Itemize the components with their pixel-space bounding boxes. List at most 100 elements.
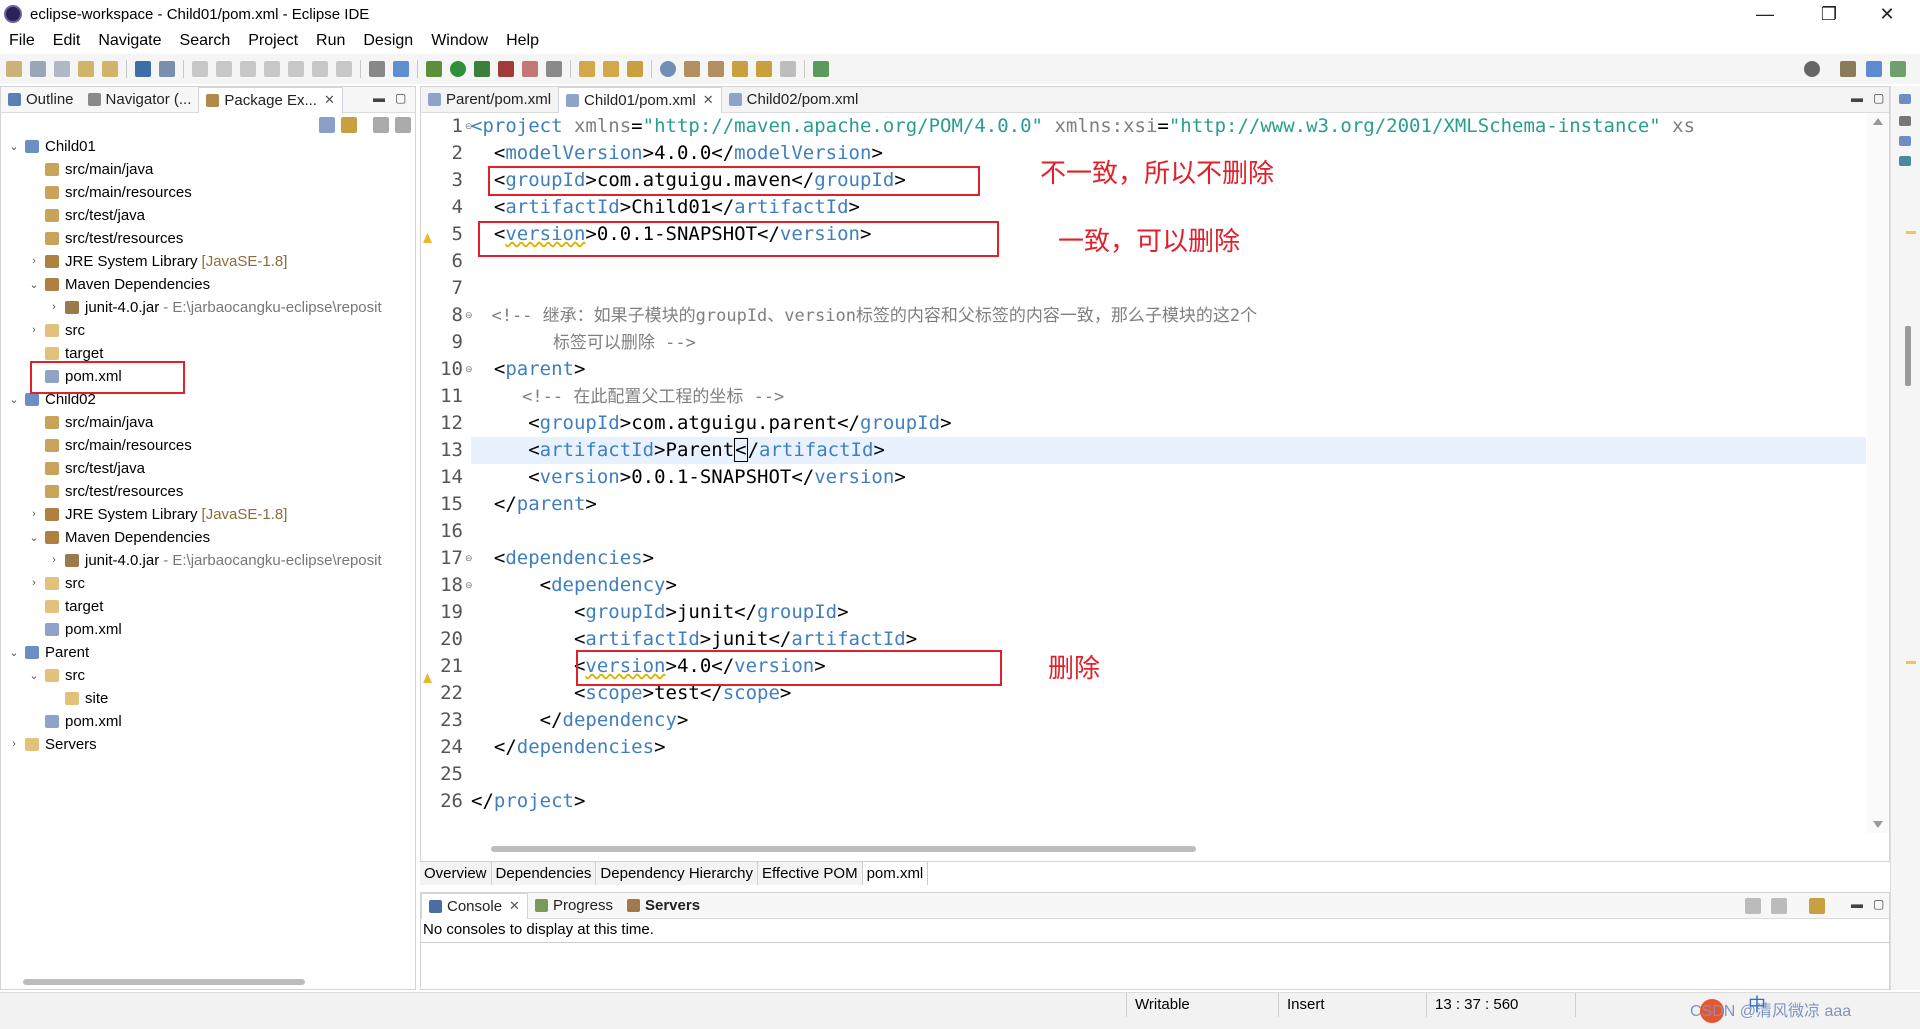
expressions-icon[interactable] xyxy=(1899,156,1911,166)
tree-item[interactable]: › junit-4.0.jar - E:\jarbaocangku-eclipse\… xyxy=(47,549,382,571)
new-java-project-icon[interactable] xyxy=(579,61,595,77)
tree-item[interactable]: › junit-4.0.jar - E:\jarbaocangku-eclipse\… xyxy=(47,296,382,318)
restore-view-icon[interactable] xyxy=(1899,94,1911,104)
close-icon[interactable]: ✕ xyxy=(703,92,714,108)
tab-outline[interactable]: Outline xyxy=(1,87,81,113)
tree-item[interactable]: pom.xml xyxy=(27,710,122,732)
chevron-down-icon[interactable]: ⌄ xyxy=(7,140,21,153)
tree-item[interactable]: src/main/resources xyxy=(27,181,192,203)
step-return-icon[interactable] xyxy=(336,61,352,77)
tree-item[interactable]: › src xyxy=(27,319,85,341)
forward-icon[interactable] xyxy=(780,61,796,77)
tab-effective-pom[interactable]: Effective POM xyxy=(758,861,863,885)
tab-parent-pom[interactable]: Parent/pom.xml xyxy=(421,87,558,113)
chevron-right-icon[interactable]: › xyxy=(7,738,21,750)
tree-item[interactable]: src/test/resources xyxy=(27,480,183,502)
resume-icon[interactable] xyxy=(192,61,208,77)
tree-item[interactable]: src/test/java xyxy=(27,457,145,479)
chevron-right-icon[interactable]: › xyxy=(27,508,41,520)
view-menu-icon[interactable] xyxy=(395,117,411,133)
tree-item[interactable]: ⌄ Maven Dependencies xyxy=(27,273,210,295)
minimize-console-icon[interactable]: ▬ xyxy=(1851,897,1863,911)
warning-marker[interactable] xyxy=(1906,231,1916,234)
maximize-console-icon[interactable]: ▢ xyxy=(1873,897,1884,911)
close-icon[interactable]: ✕ xyxy=(324,92,335,108)
tree-item[interactable]: pom.xml xyxy=(27,618,122,640)
horizontal-scrollbar[interactable] xyxy=(23,979,305,985)
suspend-icon[interactable] xyxy=(216,61,232,77)
overview-ruler-thumb[interactable] xyxy=(1905,326,1911,386)
editor-horizontal-scrollbar[interactable] xyxy=(491,846,1196,852)
save-all-icon[interactable] xyxy=(54,61,70,77)
close-window-button[interactable]: ✕ xyxy=(1864,0,1910,28)
ime-indicator[interactable]: 中 xyxy=(1748,991,1766,1017)
menu-window[interactable]: Window xyxy=(422,32,497,50)
java-perspective-icon[interactable] xyxy=(1890,61,1906,77)
tab-navigator[interactable]: Navigator (... xyxy=(81,87,199,113)
new-icon[interactable] xyxy=(6,61,22,77)
external-tools-icon[interactable] xyxy=(498,61,514,77)
maximize-view-icon[interactable]: ▢ xyxy=(395,91,406,105)
tab-progress[interactable]: Progress xyxy=(528,893,620,919)
new-server-icon[interactable] xyxy=(522,61,538,77)
tree-item[interactable]: ⌄ src xyxy=(27,664,85,686)
toggle-word-wrap-icon[interactable] xyxy=(369,61,385,77)
minimize-button[interactable]: — xyxy=(1742,0,1788,28)
open-console-icon[interactable] xyxy=(1809,898,1825,914)
chevron-right-icon[interactable]: › xyxy=(27,255,41,267)
tree-item[interactable]: src/main/java xyxy=(27,158,153,180)
minimize-view-icon[interactable]: ▬ xyxy=(373,91,385,105)
globe-icon[interactable] xyxy=(660,61,676,77)
warning-marker[interactable] xyxy=(1906,661,1916,664)
tab-servers[interactable]: Servers xyxy=(620,893,707,919)
tab-pom-xml-source[interactable]: pom.xml xyxy=(862,861,929,885)
new-package-icon[interactable] xyxy=(546,61,562,77)
close-icon[interactable]: ✕ xyxy=(509,898,520,914)
collapse-all-icon[interactable] xyxy=(319,117,335,133)
chevron-right-icon[interactable]: › xyxy=(47,554,61,566)
menu-search[interactable]: Search xyxy=(171,32,240,50)
tree-item[interactable]: › Servers xyxy=(7,733,97,755)
focus-icon[interactable] xyxy=(373,117,389,133)
chevron-down-icon[interactable]: ⌄ xyxy=(27,278,41,291)
breakpoints-icon[interactable] xyxy=(1899,136,1911,146)
open-folder-icon[interactable] xyxy=(603,61,619,77)
tree-item[interactable]: › JRE System Library [JavaSE-1.8] xyxy=(27,250,287,272)
open-perspective-icon[interactable] xyxy=(1840,61,1856,77)
search-icon[interactable] xyxy=(1804,61,1820,77)
next-annotation-icon[interactable] xyxy=(684,61,700,77)
previous-annotation-icon[interactable] xyxy=(708,61,724,77)
terminate-icon[interactable] xyxy=(240,61,256,77)
menu-project[interactable]: Project xyxy=(239,32,307,50)
tree-item[interactable]: ⌄ Parent xyxy=(7,641,89,663)
chevron-right-icon[interactable]: › xyxy=(27,324,41,336)
tree-item[interactable]: src/main/resources xyxy=(27,434,192,456)
disconnect-icon[interactable] xyxy=(264,61,280,77)
tree-item[interactable]: src/test/java xyxy=(27,204,145,226)
tree-item[interactable]: ⌄ Maven Dependencies xyxy=(27,526,210,548)
menu-navigate[interactable]: Navigate xyxy=(89,32,170,50)
tab-child01-pom[interactable]: Child01/pom.xml ✕ xyxy=(558,86,722,113)
run-icon[interactable] xyxy=(450,61,466,77)
restore-button[interactable]: ❐ xyxy=(1806,0,1852,28)
menu-help[interactable]: Help xyxy=(497,32,548,50)
minimize-editor-icon[interactable]: ▬ xyxy=(1851,91,1863,105)
editor-vertical-scrollbar[interactable] xyxy=(1867,113,1889,833)
skip-breakpoints-icon[interactable] xyxy=(159,61,175,77)
open-resource-icon[interactable] xyxy=(102,61,118,77)
chevron-down-icon[interactable]: ⌄ xyxy=(7,646,21,659)
mark-occurrences-icon[interactable] xyxy=(393,61,409,77)
chevron-down-icon[interactable]: ⌄ xyxy=(27,531,41,544)
link-with-editor-icon[interactable] xyxy=(341,117,357,133)
scroll-up-icon[interactable] xyxy=(1873,118,1883,125)
menu-file[interactable]: File xyxy=(0,32,44,50)
maximize-editor-icon[interactable]: ▢ xyxy=(1873,91,1884,105)
display-console-icon[interactable] xyxy=(1771,898,1787,914)
chevron-right-icon[interactable]: › xyxy=(47,301,61,313)
chevron-right-icon[interactable]: › xyxy=(27,577,41,589)
scroll-down-icon[interactable] xyxy=(1873,821,1883,828)
save-icon[interactable] xyxy=(30,61,46,77)
tree-item[interactable]: target xyxy=(27,595,103,617)
last-edit-icon[interactable] xyxy=(732,61,748,77)
tab-dependency-hierarchy[interactable]: Dependency Hierarchy xyxy=(596,861,758,885)
